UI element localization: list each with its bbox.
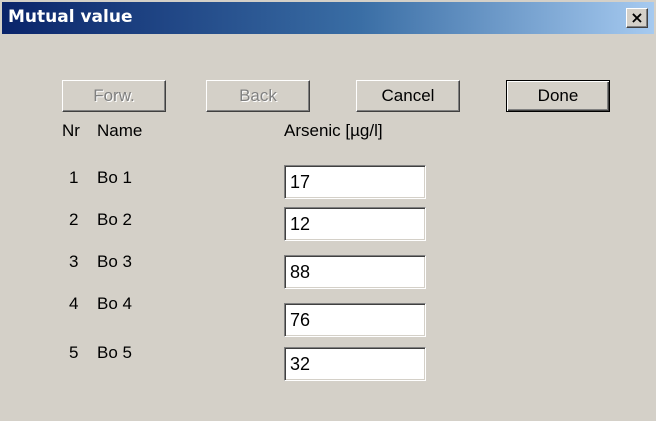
row-name: Bo 4 (97, 294, 132, 313)
mutual-value-dialog: Mutual value × Forw. Back Cancel Done Nr… (0, 0, 656, 421)
back-button[interactable]: Back (206, 80, 310, 112)
row-name: Bo 3 (97, 252, 132, 271)
done-button[interactable]: Done (506, 80, 610, 112)
window-title: Mutual value (8, 7, 133, 27)
row-name: Bo 2 (97, 210, 132, 229)
nr-column-header: Nr (62, 121, 80, 140)
close-button[interactable]: × (626, 8, 648, 28)
row-number: 3 (69, 252, 79, 271)
title-bar[interactable]: Mutual value × (2, 2, 654, 34)
row-name: Bo 5 (97, 343, 132, 362)
arsenic-column-header: Arsenic [µg/l] (284, 121, 383, 140)
arsenic-value-field[interactable]: 12 (284, 207, 426, 241)
close-icon: × (630, 8, 644, 27)
row-number: 1 (69, 168, 79, 187)
row-number: 5 (69, 343, 79, 362)
row-number: 4 (69, 294, 79, 313)
row-number: 2 (69, 210, 79, 229)
arsenic-value-field[interactable]: 76 (284, 303, 426, 337)
arsenic-value-field[interactable]: 17 (284, 165, 426, 199)
cancel-button[interactable]: Cancel (356, 80, 460, 112)
row-name: Bo 1 (97, 168, 132, 187)
arsenic-value-field[interactable]: 32 (284, 347, 426, 381)
forward-button[interactable]: Forw. (62, 80, 166, 112)
arsenic-value-field[interactable]: 88 (284, 255, 426, 289)
name-column-header: Name (97, 121, 143, 140)
